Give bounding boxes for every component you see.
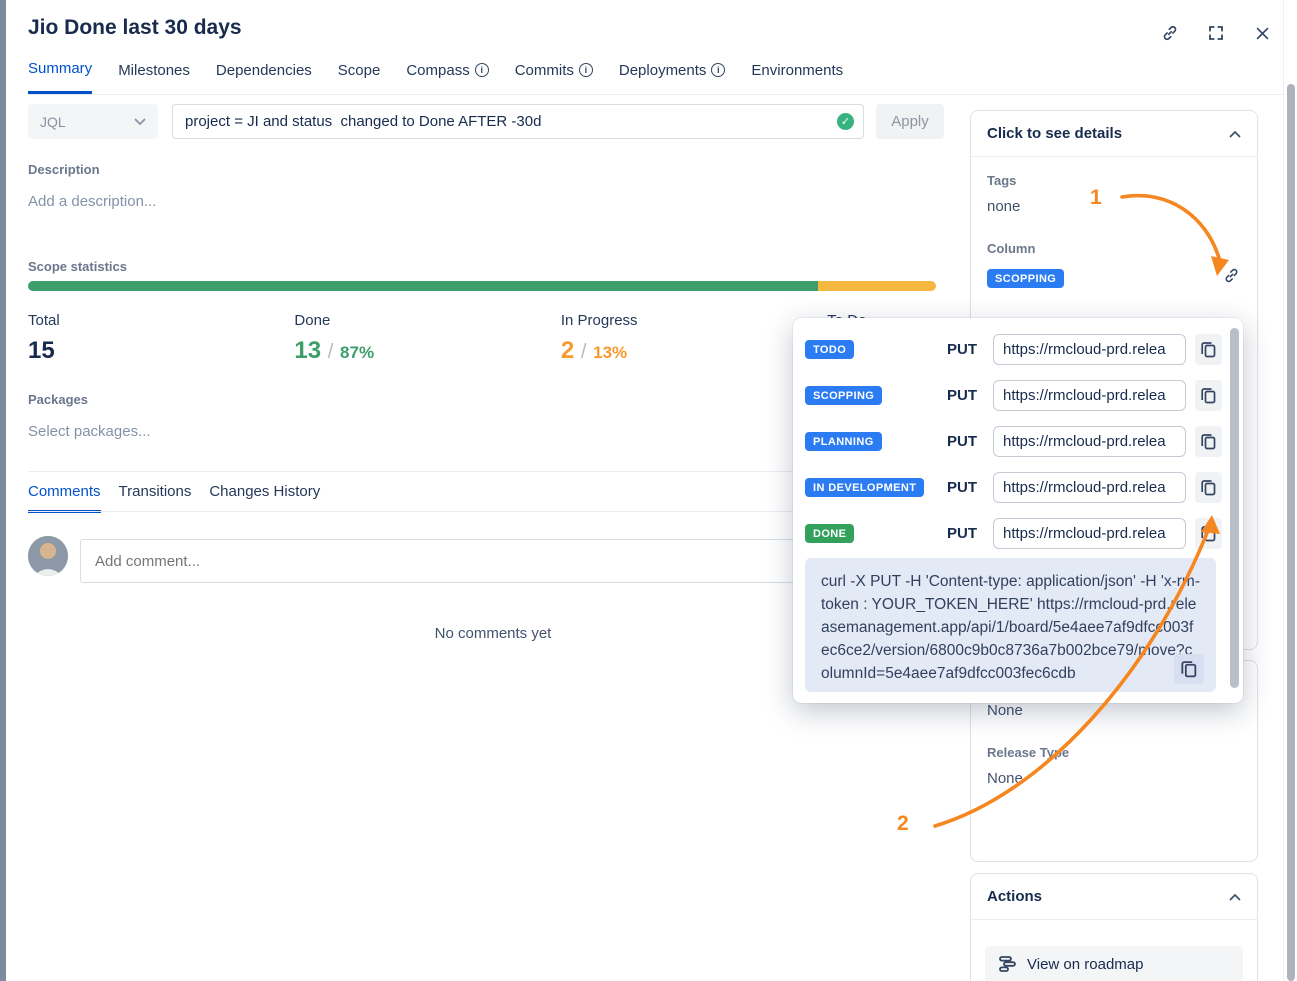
tab-milestones[interactable]: Milestones [118, 62, 190, 93]
http-method: PUT [947, 525, 993, 542]
http-method: PUT [947, 341, 993, 358]
progress-inprogress [818, 281, 936, 291]
collapse-icon [1229, 893, 1241, 901]
jql-valid-check-icon: ✓ [837, 113, 854, 130]
packages-placeholder[interactable]: Select packages... [28, 423, 151, 440]
release-type-label: Release Type [987, 745, 1241, 760]
info-icon: i [579, 63, 593, 77]
copy-curl-button[interactable] [1174, 654, 1204, 684]
api-url-input[interactable] [993, 380, 1186, 411]
column-status-badge: SCOPPING [987, 269, 1064, 288]
annotation-step-1: 1 [1090, 186, 1102, 210]
curl-command-text: curl -X PUT -H 'Content-type: applicatio… [821, 570, 1200, 685]
details-of-version-value: None [987, 702, 1241, 719]
api-url-input[interactable] [993, 518, 1186, 549]
details-card-header[interactable]: Click to see details [971, 111, 1257, 157]
stat-total: Total 15 [28, 312, 294, 365]
column-api-popup: TODO PUT SCOPPING PUT PLANNING PUT IN DE… [793, 318, 1243, 703]
tab-dependencies[interactable]: Dependencies [216, 62, 312, 93]
progress-done [28, 281, 818, 291]
api-url-input[interactable] [993, 472, 1186, 503]
tab-summary[interactable]: Summary [28, 60, 92, 94]
tab-environments[interactable]: Environments [751, 62, 843, 93]
scope-statistics-heading: Scope statistics [28, 259, 127, 274]
status-badge-planning: PLANNING [805, 432, 882, 451]
copy-icon [1201, 433, 1216, 450]
page-scrollbar[interactable] [1283, 0, 1297, 981]
api-row-todo: TODO PUT [805, 333, 1222, 365]
api-row-done: DONE PUT [805, 517, 1222, 549]
user-avatar [28, 536, 68, 576]
curl-command-box: curl -X PUT -H 'Content-type: applicatio… [805, 558, 1216, 692]
copy-icon [1201, 341, 1216, 358]
popup-scrollbar[interactable] [1230, 326, 1239, 695]
chevron-down-icon [134, 118, 146, 126]
status-badge-done: DONE [805, 524, 854, 543]
tab-scope[interactable]: Scope [338, 62, 381, 93]
column-link-icon[interactable] [1222, 266, 1241, 290]
description-heading: Description [28, 162, 100, 177]
tab-comments[interactable]: Comments [28, 483, 101, 513]
copy-url-button[interactable] [1195, 426, 1222, 457]
annotation-step-2: 2 [897, 812, 909, 836]
info-icon: i [711, 63, 725, 77]
status-badge-todo: TODO [805, 340, 854, 359]
api-url-input[interactable] [993, 334, 1186, 365]
collapse-icon [1229, 130, 1241, 138]
fullscreen-icon[interactable] [1205, 22, 1227, 44]
stat-done: Done 13 / 87% [294, 312, 560, 365]
http-method: PUT [947, 433, 993, 450]
background-page-edge [0, 0, 6, 981]
close-icon[interactable] [1251, 22, 1273, 44]
release-type-value: None [987, 770, 1241, 787]
stat-in-progress: In Progress 2 / 13% [561, 312, 827, 365]
page-title: Jio Done last 30 days [28, 16, 242, 40]
jql-type-select[interactable]: JQL [28, 104, 158, 139]
actions-card-header[interactable]: Actions [971, 874, 1257, 920]
tab-transitions[interactable]: Transitions [119, 483, 192, 513]
copy-icon [1181, 660, 1197, 678]
copy-icon [1201, 525, 1216, 542]
copy-url-button[interactable] [1195, 472, 1222, 503]
packages-heading: Packages [28, 392, 88, 407]
tabs-divider [28, 94, 1283, 95]
http-method: PUT [947, 479, 993, 496]
tab-changes-history[interactable]: Changes History [209, 483, 320, 513]
api-row-planning: PLANNING PUT [805, 425, 1222, 457]
info-icon: i [475, 63, 489, 77]
tags-value: none [987, 198, 1241, 215]
main-tabs: Summary Milestones Dependencies Scope Co… [28, 60, 843, 94]
description-placeholder[interactable]: Add a description... [28, 193, 156, 210]
api-row-scopping: SCOPPING PUT [805, 379, 1222, 411]
http-method: PUT [947, 387, 993, 404]
comments-tabs: Comments Transitions Changes History [28, 483, 320, 513]
column-label: Column [987, 241, 1241, 256]
copy-icon [1201, 387, 1216, 404]
roadmap-icon [999, 956, 1017, 972]
copy-icon [1201, 479, 1216, 496]
api-url-input[interactable] [993, 426, 1186, 457]
status-badge-in-development: IN DEVELOPMENT [805, 478, 924, 497]
tab-commits[interactable]: Commitsi [515, 62, 593, 93]
copy-url-button[interactable] [1195, 334, 1222, 365]
view-on-roadmap-button[interactable]: View on roadmap [985, 946, 1243, 981]
tab-deployments[interactable]: Deploymentsi [619, 62, 726, 93]
copy-link-icon[interactable] [1159, 22, 1181, 44]
scope-progress-bar [28, 281, 936, 291]
copy-url-button[interactable] [1195, 518, 1222, 549]
tags-label: Tags [987, 173, 1241, 188]
api-row-in-development: IN DEVELOPMENT PUT [805, 471, 1222, 503]
status-badge-scopping: SCOPPING [805, 386, 882, 405]
jql-query-input[interactable] [172, 104, 864, 139]
tab-compass[interactable]: Compassi [406, 62, 488, 93]
release-details-modal: Jio Done last 30 days Summary Milestones… [0, 0, 1297, 981]
copy-url-button[interactable] [1195, 380, 1222, 411]
apply-button[interactable]: Apply [876, 104, 944, 139]
actions-card: Actions View on roadmap [970, 873, 1258, 981]
